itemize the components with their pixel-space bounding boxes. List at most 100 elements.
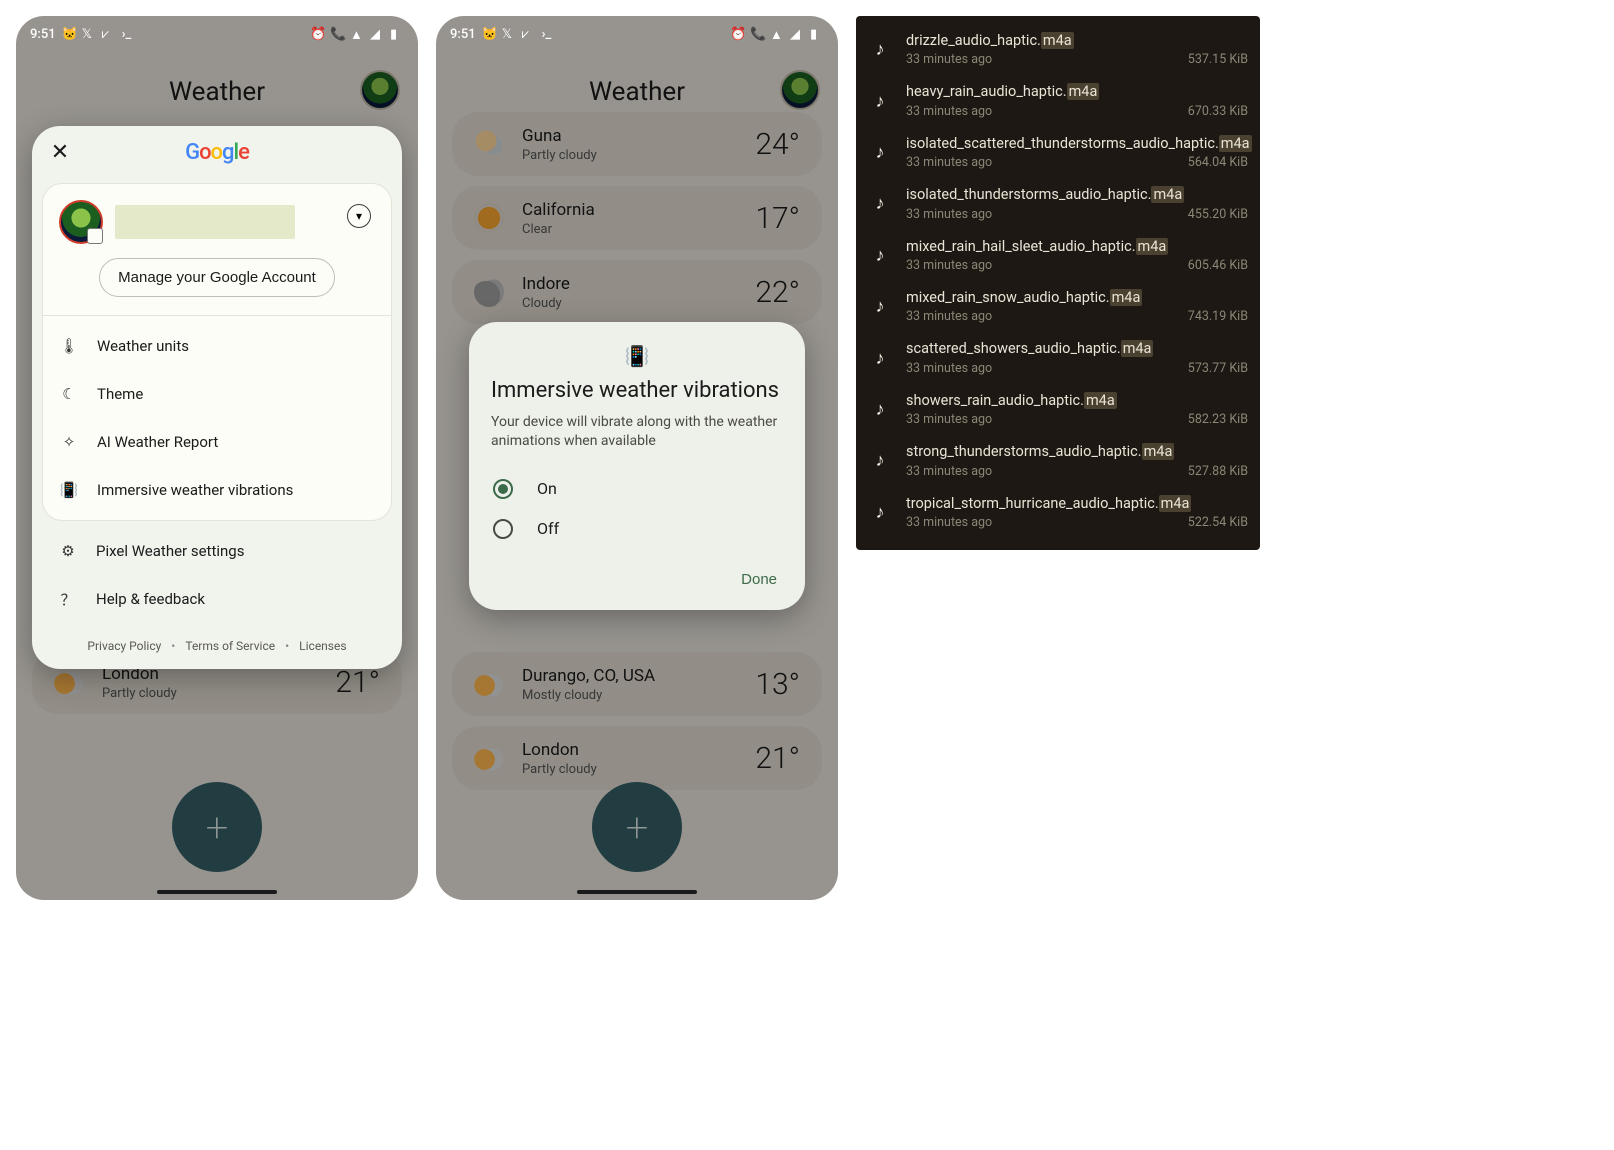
file-row[interactable]: ♪ mixed_rain_snow_audio_haptic.m4a 33 minu… <box>868 283 1248 334</box>
notif-icon: 🐱 <box>482 27 496 41</box>
wifi-icon: ▲ <box>350 27 364 41</box>
manage-account-button[interactable]: Manage your Google Account <box>99 258 335 297</box>
signal-icon: ◢ <box>790 27 804 41</box>
file-ext: m4a <box>1219 135 1252 152</box>
done-button[interactable]: Done <box>735 563 783 596</box>
music-note-icon: ♪ <box>868 243 892 267</box>
file-name: showers_rain_audio_haptic.m4a <box>906 392 1248 409</box>
vibration-dialog: 📳 Immersive weather vibrations Your devi… <box>469 322 805 610</box>
file-age: 33 minutes ago <box>906 52 992 67</box>
music-note-icon: ♪ <box>868 295 892 319</box>
file-row[interactable]: ♪mixed_rain_hail_sleet_audio_haptic.m4a3… <box>868 232 1248 283</box>
music-note-icon: ♪ <box>868 140 892 164</box>
file-age: 33 minutes ago <box>906 104 992 119</box>
phone-screenshot-2: 9:51 🐱 𝕏 ⩗ ›_ ⏰ 📞 ▲ ◢ ▮ Weather GunaPart… <box>436 16 838 900</box>
status-bar: 9:51 🐱 𝕏 ⩗ ›_ ⏰ 📞 ▲ ◢ ▮ <box>16 16 418 46</box>
radio-label: Off <box>537 519 559 538</box>
menu-item-label: Help & feedback <box>96 590 205 608</box>
close-icon[interactable]: ✕ <box>48 140 72 164</box>
thermometer-icon: 🌡 <box>59 336 79 356</box>
file-row[interactable]: ♪showers_rain_audio_haptic.m4a33 minutes… <box>868 386 1248 437</box>
menu-item-vibrations[interactable]: 📳 Immersive weather vibrations <box>43 466 391 514</box>
file-age: 33 minutes ago <box>906 309 992 324</box>
status-time: 9:51 <box>30 27 56 42</box>
battery-icon: ▮ <box>390 27 404 41</box>
account-avatar[interactable] <box>59 200 103 244</box>
file-size: 527.88 KiB <box>1188 464 1248 479</box>
separator-dot: • <box>171 639 175 653</box>
separator-dot: • <box>285 639 289 653</box>
file-name: isolated_scattered_thunderstorms_audio_h… <box>906 135 1248 152</box>
file-name: strong_thunderstorms_audio_haptic.m4a <box>906 443 1248 460</box>
file-row[interactable]: ♪heavy_rain_audio_haptic.m4a33 minutes a… <box>868 77 1248 128</box>
music-note-icon: ♪ <box>868 192 892 216</box>
account-card: ▾ Manage your Google Account <box>42 183 392 316</box>
file-size: 564.04 KiB <box>1188 155 1248 170</box>
phone-icon: 📞 <box>330 27 344 41</box>
file-size: 582.23 KiB <box>1188 412 1248 427</box>
file-size: 743.19 KiB <box>1188 309 1248 324</box>
menu-item-label: Weather units <box>97 337 189 355</box>
nav-handle[interactable] <box>577 890 697 894</box>
signal-icon: ◢ <box>370 27 384 41</box>
licenses-link[interactable]: Licenses <box>299 639 346 653</box>
terminal-icon: ›_ <box>122 27 136 41</box>
file-row[interactable]: ♪isolated_thunderstorms_audio_haptic.m4a… <box>868 180 1248 231</box>
file-ext: m4a <box>1159 495 1192 512</box>
sparkle-doc-icon: ✧ <box>59 432 79 452</box>
account-dropdown-icon[interactable]: ▾ <box>347 204 371 228</box>
file-ext: m4a <box>1084 392 1117 409</box>
file-row[interactable]: ♪ tropical_storm_hurricane_audio_haptic.m… <box>868 489 1248 540</box>
dialog-description: Your device will vibrate along with the … <box>491 413 783 451</box>
music-note-icon: ♪ <box>868 500 892 524</box>
file-age: 33 minutes ago <box>906 464 992 479</box>
music-note-icon: ♪ <box>868 89 892 113</box>
radio-unselected-icon <box>493 519 513 539</box>
radio-label: On <box>537 479 557 498</box>
privacy-link[interactable]: Privacy Policy <box>87 639 161 653</box>
nav-handle[interactable] <box>157 890 277 894</box>
file-row[interactable]: ♪strong_thunderstorms_audio_haptic.m4a33… <box>868 437 1248 488</box>
file-row[interactable]: ♪ isolated_scattered_thunderstorms_audio_… <box>868 129 1248 180</box>
menu-item-help[interactable]: ？ Help & feedback <box>42 575 392 623</box>
file-age: 33 minutes ago <box>906 412 992 427</box>
gear-icon: ⚙ <box>58 541 78 561</box>
alarm-icon: ⏰ <box>730 27 744 41</box>
file-name: tropical_storm_hurricane_audio_haptic.m4… <box>906 495 1248 512</box>
legal-links: Privacy Policy • Terms of Service • Lice… <box>32 629 402 657</box>
x-icon: 𝕏 <box>82 27 96 41</box>
status-time: 9:51 <box>450 27 476 42</box>
notif-icon: 🐱 <box>62 27 76 41</box>
menu-item-label: Immersive weather vibrations <box>97 481 293 499</box>
file-size: 573.77 KiB <box>1188 361 1248 376</box>
file-row[interactable]: ♪scattered_showers_audio_haptic.m4a33 mi… <box>868 334 1248 385</box>
dialog-title: Immersive weather vibrations <box>491 378 783 403</box>
file-name: mixed_rain_snow_audio_haptic.m4a <box>906 289 1248 306</box>
file-name: drizzle_audio_haptic.m4a <box>906 32 1248 49</box>
menu-item-label: Theme <box>97 385 143 403</box>
status-bar: 9:51 🐱 𝕏 ⩗ ›_ ⏰ 📞 ▲ ◢ ▮ <box>436 16 838 46</box>
file-row[interactable]: ♪drizzle_audio_haptic.m4a33 minutes ago5… <box>868 26 1248 77</box>
phone-screenshot-1: 9:51 🐱 𝕏 ⩗ ›_ ⏰ 📞 ▲ ◢ ▮ Weather Durango,… <box>16 16 418 900</box>
file-name: scattered_showers_audio_haptic.m4a <box>906 340 1248 357</box>
battery-icon: ▮ <box>810 27 824 41</box>
alarm-icon: ⏰ <box>310 27 324 41</box>
file-size: 605.46 KiB <box>1188 258 1248 273</box>
check-icon: ⩗ <box>522 27 536 41</box>
terminal-icon: ›_ <box>542 27 556 41</box>
tos-link[interactable]: Terms of Service <box>185 639 275 653</box>
radio-option-on[interactable]: On <box>491 469 783 509</box>
menu-item-label: Pixel Weather settings <box>96 542 244 560</box>
menu-item-settings[interactable]: ⚙ Pixel Weather settings <box>42 527 392 575</box>
help-icon: ？ <box>58 589 78 609</box>
menu-item-theme[interactable]: ☾ Theme <box>43 370 391 418</box>
radio-option-off[interactable]: Off <box>491 509 783 549</box>
menu-section-lower: ⚙ Pixel Weather settings ？ Help & feedba… <box>42 521 392 629</box>
file-ext: m4a <box>1067 83 1100 100</box>
menu-item-weather-units[interactable]: 🌡 Weather units <box>43 322 391 370</box>
menu-item-ai-report[interactable]: ✧ AI Weather Report <box>43 418 391 466</box>
file-age: 33 minutes ago <box>906 155 992 170</box>
music-note-icon: ♪ <box>868 38 892 62</box>
file-ext: m4a <box>1136 238 1169 255</box>
menu-item-label: AI Weather Report <box>97 433 218 451</box>
